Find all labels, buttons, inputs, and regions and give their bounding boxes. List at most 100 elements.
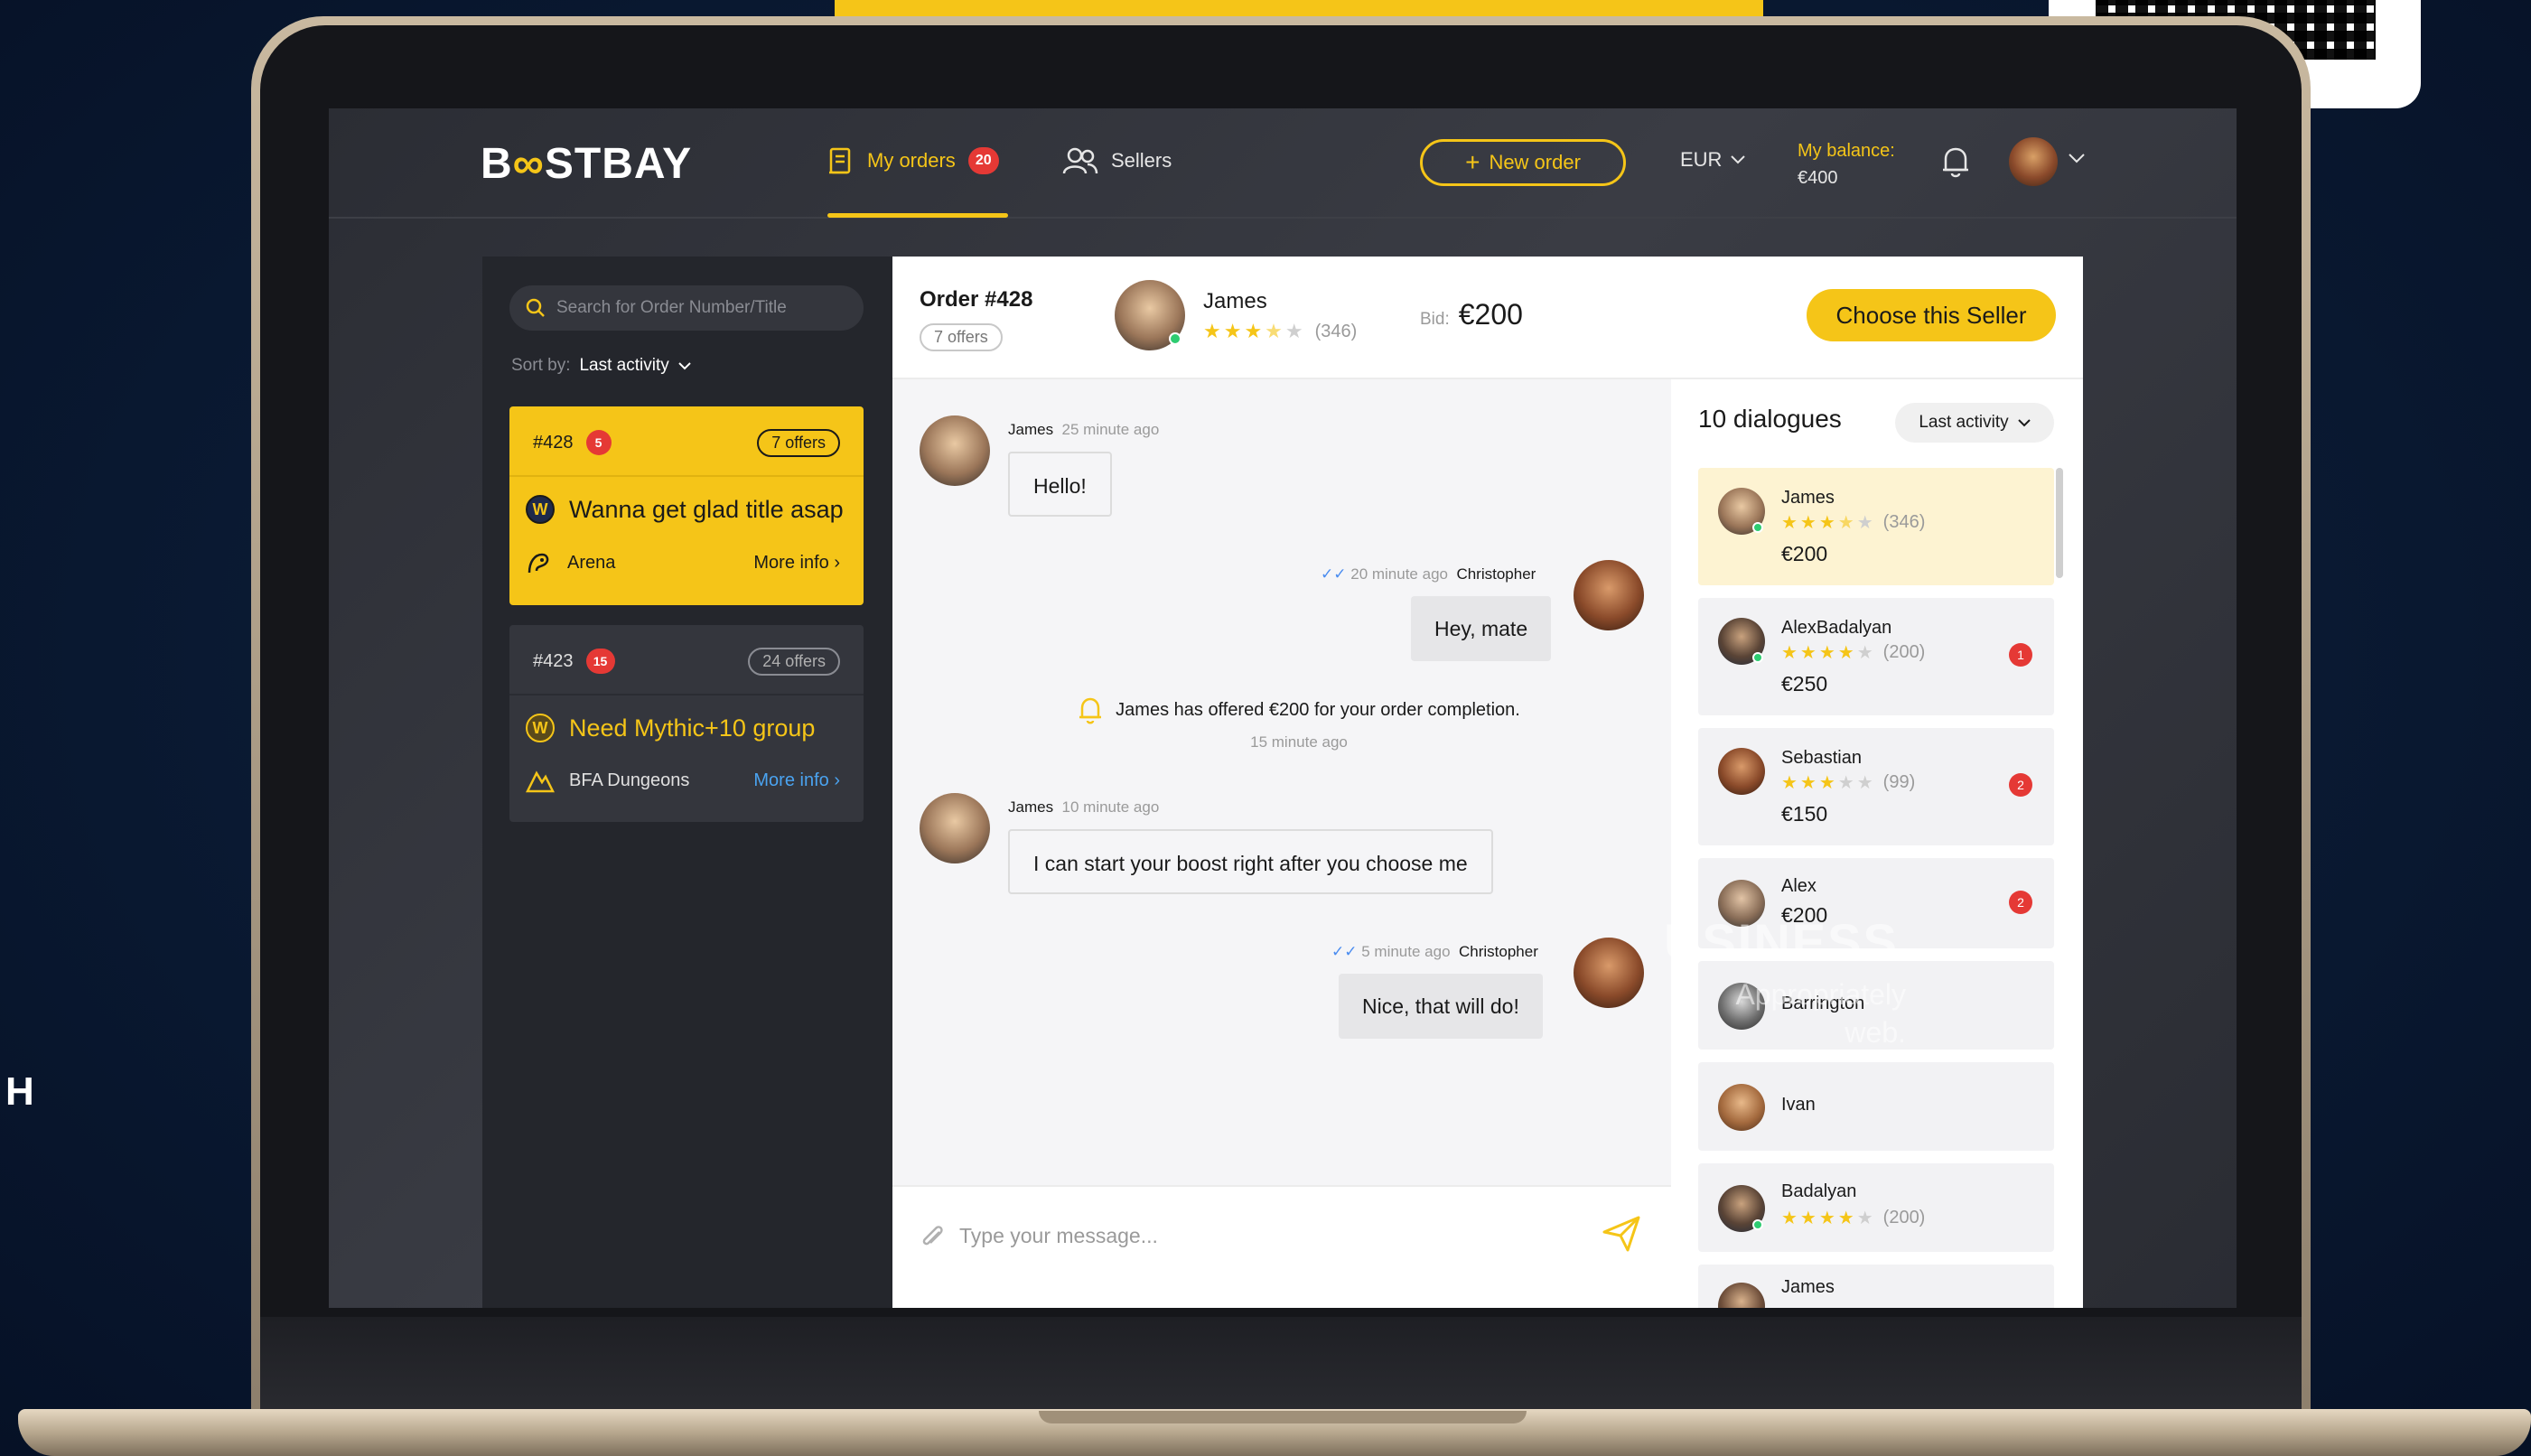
order-search[interactable] <box>509 285 864 331</box>
dialogue-avatar <box>1718 1283 1765 1308</box>
search-input[interactable] <box>556 298 855 318</box>
order-card-428[interactable]: #428 5 7 offers W Wanna get glad title as… <box>509 406 864 605</box>
offers-count: 7 offers <box>757 428 840 457</box>
app-screen: B∞STBAY My orders 20 Sellers + New order… <box>329 108 2237 1308</box>
message-bubble: Nice, that will do! <box>1339 974 1543 1039</box>
double-check-icon: ✓✓ <box>1331 943 1358 960</box>
chat-order-title: Order #428 <box>920 287 1033 312</box>
rating-stars: ★★★★★ <box>1203 320 1306 342</box>
watermark-subtext: Appropriately web. <box>1707 975 1906 1051</box>
dungeon-icon <box>526 770 555 793</box>
logo-infinity: ∞ <box>512 140 545 188</box>
dialogue-avatar <box>1718 748 1765 795</box>
seller-avatar[interactable] <box>1115 280 1185 350</box>
order-number-text: #428 <box>533 432 574 453</box>
message-meta: ✓✓ 20 minute ago Christopher <box>1321 565 1536 583</box>
chevron-right-icon: › <box>834 552 840 573</box>
orders-icon <box>829 147 851 174</box>
app-header: B∞STBAY My orders 20 Sellers + New order… <box>329 108 2237 219</box>
seller-name[interactable]: James <box>1203 289 1267 314</box>
order-title-text: Need Mythic+10 group <box>569 714 816 742</box>
message-author: James <box>1008 421 1054 438</box>
message-composer <box>892 1185 1671 1308</box>
order-card-header: #428 5 7 offers <box>533 426 840 459</box>
order-card-423[interactable]: #423 15 24 offers W Need Mythic+10 group … <box>509 625 864 822</box>
christopher-avatar[interactable] <box>1574 938 1644 1008</box>
double-check-icon: ✓✓ <box>1321 565 1347 583</box>
dialogue-rating: ★★★★★ (200) <box>1781 1208 1926 1228</box>
nav-sellers[interactable]: Sellers <box>1062 146 1172 175</box>
category-text: BFA Dungeons <box>569 770 690 790</box>
nav-my-orders[interactable]: My orders 20 <box>827 146 999 175</box>
james-avatar[interactable] <box>920 415 990 486</box>
dialogues-sort[interactable]: Last activity <box>1895 403 2054 443</box>
dialogue-avatar <box>1718 618 1765 665</box>
dialogue-name: Sebastian <box>1781 748 1862 768</box>
dialogue-price: €250 <box>1781 672 1828 695</box>
order-card-footer: Arena More info › <box>526 549 840 576</box>
sort-value: Last activity <box>579 356 669 375</box>
nav-sellers-label: Sellers <box>1111 149 1172 172</box>
logo-suffix: STBAY <box>544 140 693 188</box>
bell-icon[interactable] <box>1940 145 1971 179</box>
balance-label: My balance: <box>1798 141 1895 161</box>
watermark-sub1: Appropriately <box>1735 978 1906 1011</box>
chevron-down-icon <box>1731 155 1746 164</box>
order-number: #423 15 <box>533 649 615 674</box>
laptop-notch <box>1039 1411 1527 1423</box>
top-accent-bar <box>835 0 1763 16</box>
dialogues-sort-value: Last activity <box>1919 413 2009 432</box>
dialogue-item[interactable]: Badalyan ★★★★★ (200) <box>1698 1163 2054 1252</box>
dialogue-avatar <box>1718 1185 1765 1232</box>
sort-control[interactable]: Sort by: Last activity <box>511 356 691 376</box>
balance-display: My balance: €400 <box>1798 137 1895 191</box>
bid-display: Bid: €200 <box>1420 298 1523 331</box>
online-indicator <box>1752 1219 1763 1230</box>
dialogue-name: James <box>1781 1277 1835 1297</box>
more-info-link[interactable]: More info › <box>753 770 840 791</box>
sort-label: Sort by: <box>511 356 571 375</box>
dialogue-item[interactable]: Ivan <box>1698 1062 2054 1151</box>
system-time: 15 minute ago <box>1250 733 1348 751</box>
new-order-button[interactable]: + New order <box>1420 139 1626 186</box>
dialogue-item[interactable]: James <box>1698 1265 2054 1308</box>
dialogue-item[interactable]: James ★★★★★ (346) €200 <box>1698 468 2054 585</box>
choose-seller-button[interactable]: Choose this Seller <box>1807 289 2056 341</box>
message-bubble: Hey, mate <box>1411 596 1552 661</box>
message-time: 20 minute ago <box>1350 565 1448 583</box>
system-notice: James has offered €200 for your order co… <box>1046 695 1552 751</box>
message-input[interactable] <box>959 1218 1574 1254</box>
chat-offers-count[interactable]: 7 offers <box>920 323 1003 351</box>
user-avatar[interactable] <box>2009 137 2058 186</box>
boostbay-logo[interactable]: B∞STBAY <box>481 139 692 189</box>
online-indicator <box>1752 522 1763 533</box>
dialogue-price: €200 <box>1781 542 1828 565</box>
chevron-down-icon <box>2017 418 2031 426</box>
dialogues-scrollbar[interactable] <box>2056 468 2063 578</box>
currency-select[interactable]: EUR <box>1680 148 1746 172</box>
orders-panel: Sort by: Last activity #428 5 7 offers W … <box>482 257 892 1308</box>
order-card-header: #423 15 24 offers <box>533 645 840 677</box>
chevron-right-icon: › <box>834 770 840 790</box>
dialogue-name: James <box>1781 488 1835 508</box>
order-title: W Wanna get glad title asap <box>526 495 844 524</box>
chevron-down-icon[interactable] <box>2069 154 2085 164</box>
christopher-avatar[interactable] <box>1574 560 1644 630</box>
logo-prefix: B <box>481 140 513 188</box>
dialogue-rating: ★★★★★ (200) <box>1781 642 1926 663</box>
james-avatar[interactable] <box>920 793 990 863</box>
paperclip-icon[interactable] <box>920 1223 947 1252</box>
dialogue-name: Badalyan <box>1781 1181 1857 1201</box>
chat-header: Order #428 7 offers James ★★★★★ (346) Bi… <box>892 257 2083 379</box>
order-category: Arena <box>526 549 615 576</box>
review-count: (346) <box>1882 512 1926 532</box>
dialogue-name: Alex <box>1781 876 1817 896</box>
dialogues-count: 10 dialogues <box>1698 405 1842 433</box>
review-count: (99) <box>1882 772 1916 792</box>
message-author: Christopher <box>1456 565 1536 583</box>
dialogue-item[interactable]: Sebastian ★★★★★ (99) €150 2 <box>1698 728 2054 845</box>
orders-count-badge: 20 <box>967 147 999 174</box>
dialogue-item[interactable]: AlexBadalyan ★★★★★ (200) €250 1 <box>1698 598 2054 715</box>
more-info-link[interactable]: More info › <box>753 553 840 574</box>
send-icon[interactable] <box>1602 1216 1642 1252</box>
